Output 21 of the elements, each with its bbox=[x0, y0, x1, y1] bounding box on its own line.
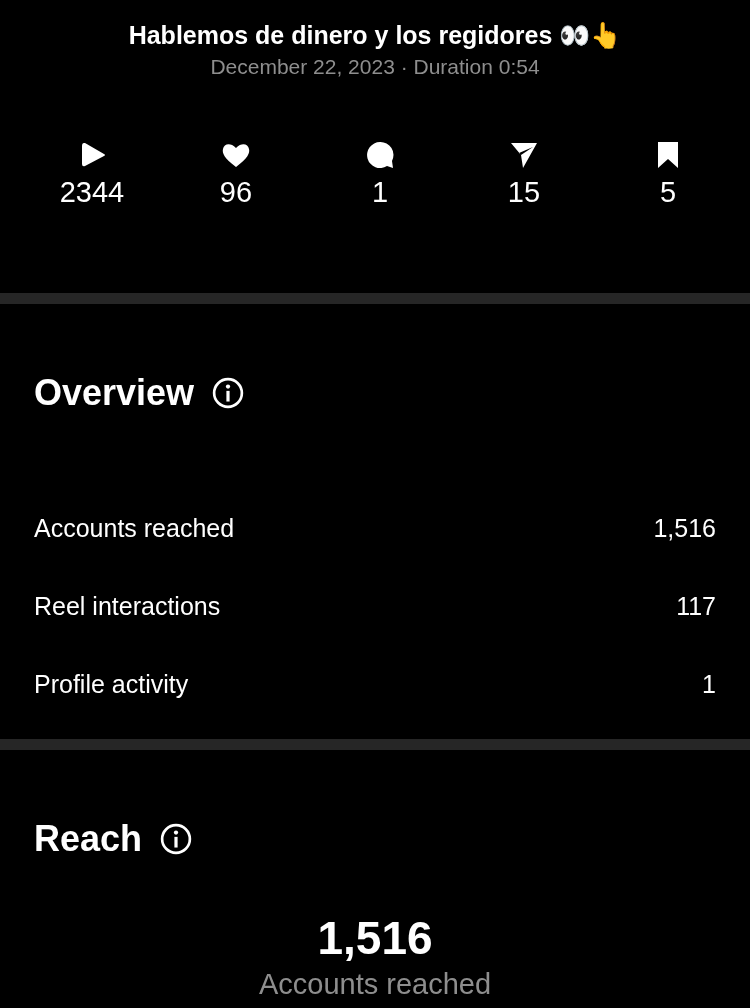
section-title: Overview bbox=[34, 372, 195, 414]
reel-title: Hablemos de dinero y los regidores 👀👆 bbox=[128, 20, 622, 51]
stat-count: 96 bbox=[219, 176, 253, 209]
stat-count: 15 bbox=[507, 176, 541, 209]
reach-count: 1,516 bbox=[316, 912, 434, 964]
reel-date-duration: December 22, 2023 · Duration 0:54 bbox=[210, 54, 540, 80]
stat-count: 5 bbox=[659, 176, 677, 209]
stat-count: 2344 bbox=[59, 176, 125, 209]
metric-label: Accounts reached bbox=[34, 514, 235, 542]
section-title: Reach bbox=[34, 818, 143, 860]
info-icon[interactable] bbox=[212, 377, 245, 409]
metric-value: 1,516 bbox=[653, 514, 716, 542]
info-icon[interactable] bbox=[160, 823, 193, 855]
metric-label: Profile activity bbox=[34, 670, 189, 698]
metric-value: 1 bbox=[702, 670, 716, 698]
comment-icon bbox=[365, 140, 395, 170]
metric-value: 117 bbox=[676, 592, 716, 620]
reach-caption: Accounts reached bbox=[257, 967, 493, 1002]
paper-plane-icon bbox=[509, 140, 539, 170]
metric-label: Reel interactions bbox=[34, 592, 221, 620]
stat-count: 1 bbox=[371, 176, 389, 209]
